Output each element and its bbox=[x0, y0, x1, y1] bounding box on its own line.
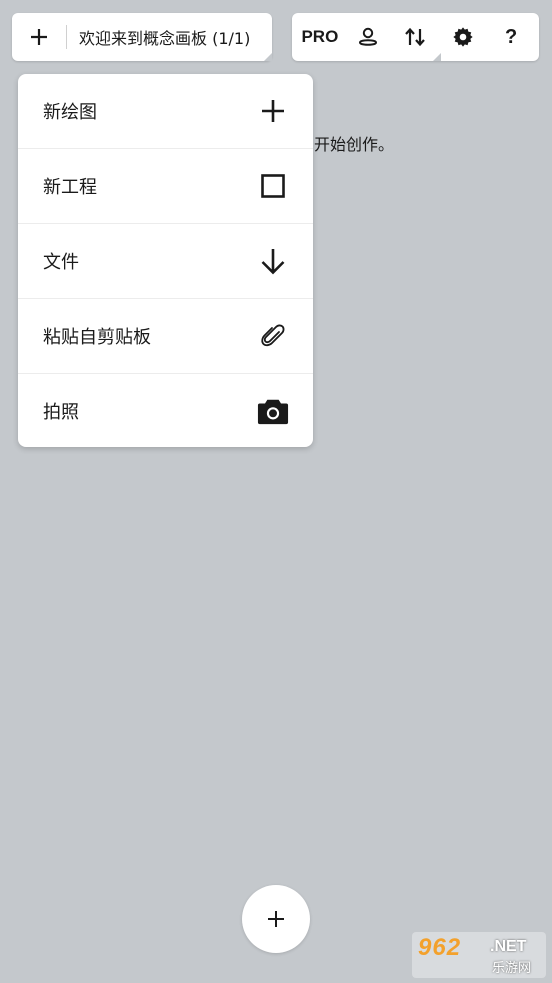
arrow-down-icon bbox=[257, 245, 289, 277]
help-button[interactable]: ? bbox=[488, 13, 534, 61]
menu-item-file[interactable]: 文件 bbox=[18, 224, 313, 299]
watermark-domain: .NET bbox=[490, 938, 527, 955]
gear-icon bbox=[453, 27, 473, 47]
menu-item-paste-clipboard[interactable]: 粘贴自剪贴板 bbox=[18, 299, 313, 374]
menu-item-label: 新工程 bbox=[43, 177, 97, 198]
square-icon bbox=[257, 170, 289, 202]
new-menu: 新绘图 新工程 文件 粘贴自剪贴板 拍照 bbox=[18, 74, 313, 447]
menu-item-new-drawing[interactable]: 新绘图 bbox=[18, 74, 313, 149]
menu-item-new-project[interactable]: 新工程 bbox=[18, 149, 313, 224]
pro-button[interactable]: PRO bbox=[297, 13, 343, 61]
corner-fold bbox=[433, 53, 441, 61]
plus-icon bbox=[257, 95, 289, 127]
paperclip-icon bbox=[257, 320, 289, 352]
new-menu-button[interactable] bbox=[12, 13, 66, 61]
user-icon bbox=[358, 27, 377, 46]
plus-icon bbox=[31, 29, 47, 45]
menu-item-take-photo[interactable]: 拍照 bbox=[18, 374, 313, 447]
pro-label: PRO bbox=[301, 27, 339, 46]
document-title-bar: 欢迎来到概念画板 (1/1) bbox=[12, 13, 272, 61]
plus-icon bbox=[268, 911, 284, 927]
sort-arrows-icon bbox=[405, 27, 426, 47]
settings-button[interactable] bbox=[440, 13, 486, 61]
watermark-brand: 962 bbox=[418, 934, 462, 961]
document-title[interactable]: 欢迎来到概念画板 (1/1) bbox=[67, 25, 272, 49]
sync-button[interactable] bbox=[392, 13, 438, 61]
menu-item-label: 新绘图 bbox=[43, 102, 97, 123]
menu-item-label: 拍照 bbox=[43, 402, 79, 423]
camera-icon bbox=[257, 395, 289, 427]
menu-item-label: 文件 bbox=[43, 252, 79, 273]
watermark-subtitle: 乐游网 bbox=[492, 961, 532, 976]
corner-fold bbox=[264, 53, 272, 61]
help-icon: ? bbox=[504, 25, 518, 48]
add-fab-button[interactable] bbox=[242, 885, 310, 953]
menu-item-label: 粘贴自剪贴板 bbox=[43, 327, 151, 348]
top-toolbar: PRO ? bbox=[292, 13, 539, 61]
canvas-hint-text: 开始创作。 bbox=[314, 135, 395, 154]
account-button[interactable] bbox=[345, 13, 391, 61]
site-watermark: 962 .NET 乐游网 bbox=[412, 932, 546, 978]
